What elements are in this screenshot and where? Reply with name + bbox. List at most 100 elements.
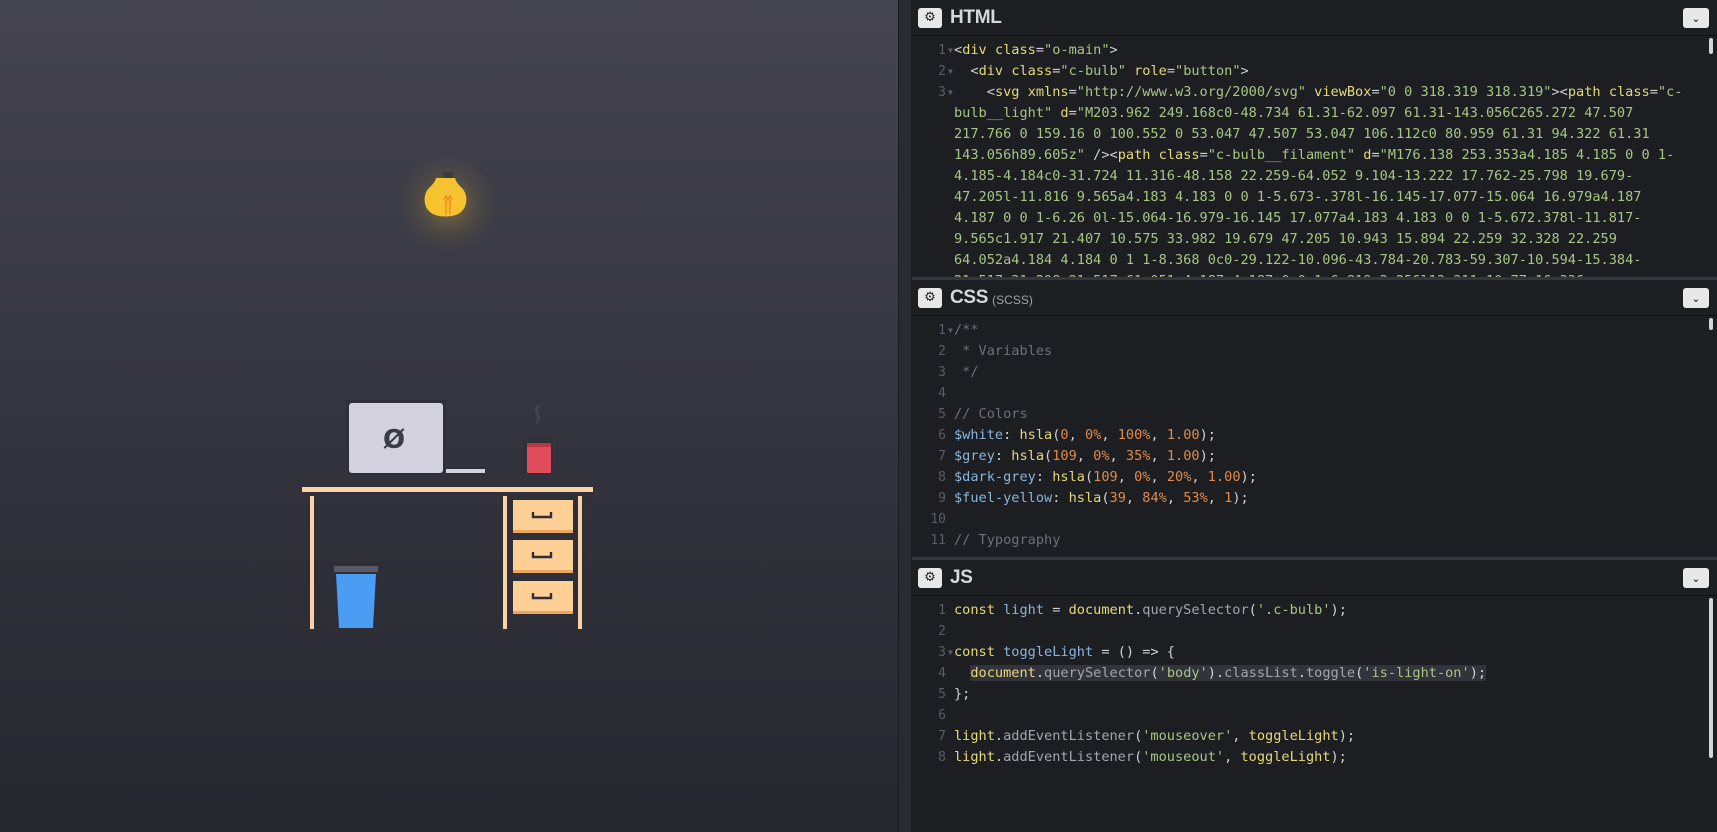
css-editor-subtitle: (SCSS): [992, 292, 1033, 307]
code-text: light.addEventListener('mouseover', togg…: [954, 728, 1356, 744]
code-line[interactable]: 8 light.addEventListener('mouseout', togg…: [912, 747, 1717, 768]
fold-arrow-icon[interactable]: ▼: [948, 40, 953, 61]
line-number: 6: [938, 428, 946, 443]
line-number: 6: [938, 708, 946, 723]
code-text: * Variables: [954, 343, 1053, 359]
code-line[interactable]: 8 $dark-grey: hsla(109, 0%, 20%, 1.00);: [912, 467, 1717, 488]
editor-column: ⚙ HTML ⌄ 1 ▼ <div class="o-main"> 2 ▼ <div c…: [912, 0, 1717, 832]
code-line[interactable]: 5 // Colors: [912, 404, 1717, 425]
code-line[interactable]: 47.205l-11.816 9.565a4.183 4.183 0 0 1-5…: [912, 187, 1717, 208]
js-collapse-chevron-icon[interactable]: ⌄: [1683, 568, 1709, 588]
html-editor-header: ⚙ HTML ⌄: [912, 0, 1717, 36]
css-settings-gear-icon[interactable]: ⚙: [918, 287, 942, 308]
code-line[interactable]: 11 // Typography: [912, 530, 1717, 551]
mug: [523, 404, 553, 475]
resize-gutter[interactable]: [898, 0, 912, 832]
code-text: 47.205l-11.816 9.565a4.183 4.183 0 0 1-5…: [954, 189, 1642, 205]
code-text: $fuel-yellow: hsla(39, 84%, 53%, 1);: [954, 490, 1249, 506]
code-text: 64.052a4.184 4.184 0 1 1-8.368 0c0-29.12…: [954, 252, 1642, 268]
drawer-middle: [513, 540, 573, 573]
waste-bin: [330, 562, 382, 632]
code-line[interactable]: 7 light.addEventListener('mouseover', tog…: [912, 726, 1717, 747]
line-number: 8: [938, 750, 946, 765]
bin-body: [336, 574, 376, 628]
code-line[interactable]: 9.565c1.917 21.407 10.575 33.982 19.679 …: [912, 229, 1717, 250]
line-number: 10: [930, 512, 946, 527]
code-line[interactable]: 1 const light = document.querySelector('.…: [912, 600, 1717, 621]
light-bulb[interactable]: [398, 154, 498, 254]
code-line[interactable]: 7 $grey: hsla(109, 0%, 35%, 1.00);: [912, 446, 1717, 467]
js-scrollbar[interactable]: [1709, 598, 1713, 758]
code-line[interactable]: 3 ▼ const toggleLight = () => {: [912, 642, 1717, 663]
code-text: light.addEventListener('mouseout', toggl…: [954, 749, 1347, 765]
laptop-base: [446, 469, 485, 473]
code-line[interactable]: 2 * Variables: [912, 341, 1717, 362]
html-code-area[interactable]: 1 ▼ <div class="o-main"> 2 ▼ <div class="c-b…: [912, 36, 1717, 277]
code-text: bulb__light" d="M203.962 249.168c0-48.73…: [954, 105, 1634, 121]
code-line[interactable]: 1 ▼/**: [912, 320, 1717, 341]
code-line[interactable]: 1 ▼ <div class="o-main">: [912, 40, 1717, 61]
line-number: 1: [938, 603, 946, 618]
fold-arrow-icon[interactable]: ▼: [948, 61, 953, 82]
laptop: Ø: [346, 400, 486, 476]
code-line[interactable]: 4 document.querySelector('body').classLi…: [912, 663, 1717, 684]
js-editor-header: ⚙ JS ⌄: [912, 560, 1717, 596]
code-text: // Typography: [954, 532, 1061, 548]
code-line[interactable]: 4.185-4.184c0-31.724 11.316-48.158 22.25…: [912, 166, 1717, 187]
line-number: 5: [938, 407, 946, 422]
code-line[interactable]: 64.052a4.184 4.184 0 1 1-8.368 0c0-29.12…: [912, 250, 1717, 271]
code-line[interactable]: 2 ▼ <div class="c-bulb" role="button">: [912, 61, 1717, 82]
code-line[interactable]: 2: [912, 621, 1717, 642]
code-text: $grey: hsla(109, 0%, 35%, 1.00);: [954, 448, 1216, 464]
code-text: // Colors: [954, 406, 1028, 422]
code-line[interactable]: 9 $fuel-yellow: hsla(39, 84%, 53%, 1);: [912, 488, 1717, 509]
preview-pane: Ø: [0, 0, 898, 832]
code-text: /**: [954, 322, 979, 338]
js-code-area[interactable]: 1 const light = document.querySelector('.…: [912, 596, 1717, 768]
code-line[interactable]: 3 */: [912, 362, 1717, 383]
line-number: 3: [938, 645, 946, 660]
line-number: 11: [930, 533, 946, 548]
line-number: 4: [938, 666, 946, 681]
code-line[interactable]: 3 ▼ <svg xmlns="http://www.w3.org/2000/sv…: [912, 82, 1717, 103]
code-line[interactable]: 6 $white: hsla(0, 0%, 100%, 1.00);: [912, 425, 1717, 446]
fold-arrow-icon[interactable]: ▼: [948, 320, 953, 341]
html-scrollbar[interactable]: [1709, 38, 1713, 54]
code-line[interactable]: 4: [912, 383, 1717, 404]
line-number: 3: [938, 85, 946, 100]
code-text: 143.056h89.605z" /><path class="c-bulb__…: [954, 147, 1675, 163]
drawer-bottom: [513, 581, 573, 614]
code-line[interactable]: 4.187 0 0 1-6.26 0l-15.064-16.979-16.145…: [912, 208, 1717, 229]
code-text: 9.565c1.917 21.407 10.575 33.982 19.679 …: [954, 231, 1617, 247]
laptop-logo: Ø: [383, 425, 405, 455]
html-settings-gear-icon[interactable]: ⚙: [918, 7, 942, 28]
css-collapse-chevron-icon[interactable]: ⌄: [1683, 288, 1709, 308]
code-text: <div class="c-bulb" role="button">: [970, 63, 1249, 79]
code-text: $white: hsla(0, 0%, 100%, 1.00);: [954, 427, 1216, 443]
css-code-area[interactable]: 1 ▼/** 2 * Variables 3 */4 5// Colors 6 $white…: [912, 316, 1717, 551]
code-text: const toggleLight = () => {: [954, 644, 1175, 660]
code-text: 4.187 0 0 1-6.26 0l-15.064-16.979-16.145…: [954, 210, 1642, 226]
fold-arrow-icon[interactable]: ▼: [948, 82, 953, 103]
code-line[interactable]: 5};: [912, 684, 1717, 705]
line-number: 5: [938, 687, 946, 702]
html-collapse-chevron-icon[interactable]: ⌄: [1683, 8, 1709, 28]
line-number: 7: [938, 449, 946, 464]
code-line[interactable]: 6: [912, 705, 1717, 726]
code-line[interactable]: bulb__light" d="M203.962 249.168c0-48.73…: [912, 103, 1717, 124]
js-settings-gear-icon[interactable]: ⚙: [918, 567, 942, 588]
js-editor-title: JS: [950, 566, 973, 588]
code-text: <div class="o-main">: [954, 42, 1118, 58]
desk-leg-right-outer: [578, 496, 582, 629]
line-number: 1: [938, 323, 946, 338]
js-editor: ⚙ JS ⌄ 1 const light = document.querySele…: [912, 557, 1717, 832]
code-text: 217.766 0 159.16 0 100.552 0 53.047 47.5…: [954, 126, 1650, 142]
desk-top: [302, 487, 593, 492]
bulb-cap: [443, 172, 453, 178]
code-line[interactable]: 143.056h89.605z" /><path class="c-bulb__…: [912, 145, 1717, 166]
fold-arrow-icon[interactable]: ▼: [948, 642, 953, 663]
code-line[interactable]: 217.766 0 159.16 0 100.552 0 53.047 47.5…: [912, 124, 1717, 145]
css-scrollbar[interactable]: [1709, 318, 1713, 330]
code-line[interactable]: 10: [912, 509, 1717, 530]
code-text: <svg xmlns="http://www.w3.org/2000/svg" …: [986, 84, 1683, 100]
